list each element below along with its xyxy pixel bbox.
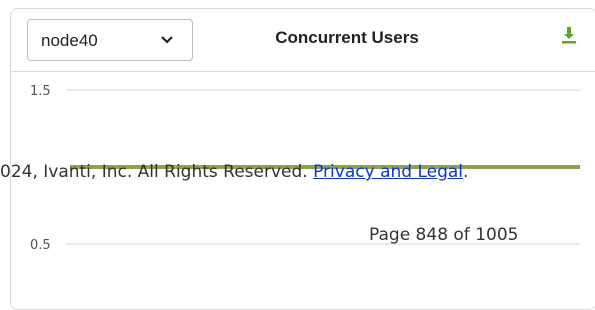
- page-number: Page 848 of 1005: [369, 225, 519, 245]
- copyright-text: 024, Ivanti, Inc. All Rights Reserved.: [0, 162, 308, 182]
- y-tick-label: 1.5: [30, 84, 51, 99]
- chart-plot: 1.5 0.5: [30, 84, 580, 253]
- y-tick-label: 0.5: [30, 238, 51, 253]
- copyright-notice: 024, Ivanti, Inc. All Rights Reserved. P…: [0, 162, 468, 182]
- privacy-legal-link[interactable]: Privacy and Legal: [313, 162, 463, 182]
- copyright-period: .: [463, 162, 469, 182]
